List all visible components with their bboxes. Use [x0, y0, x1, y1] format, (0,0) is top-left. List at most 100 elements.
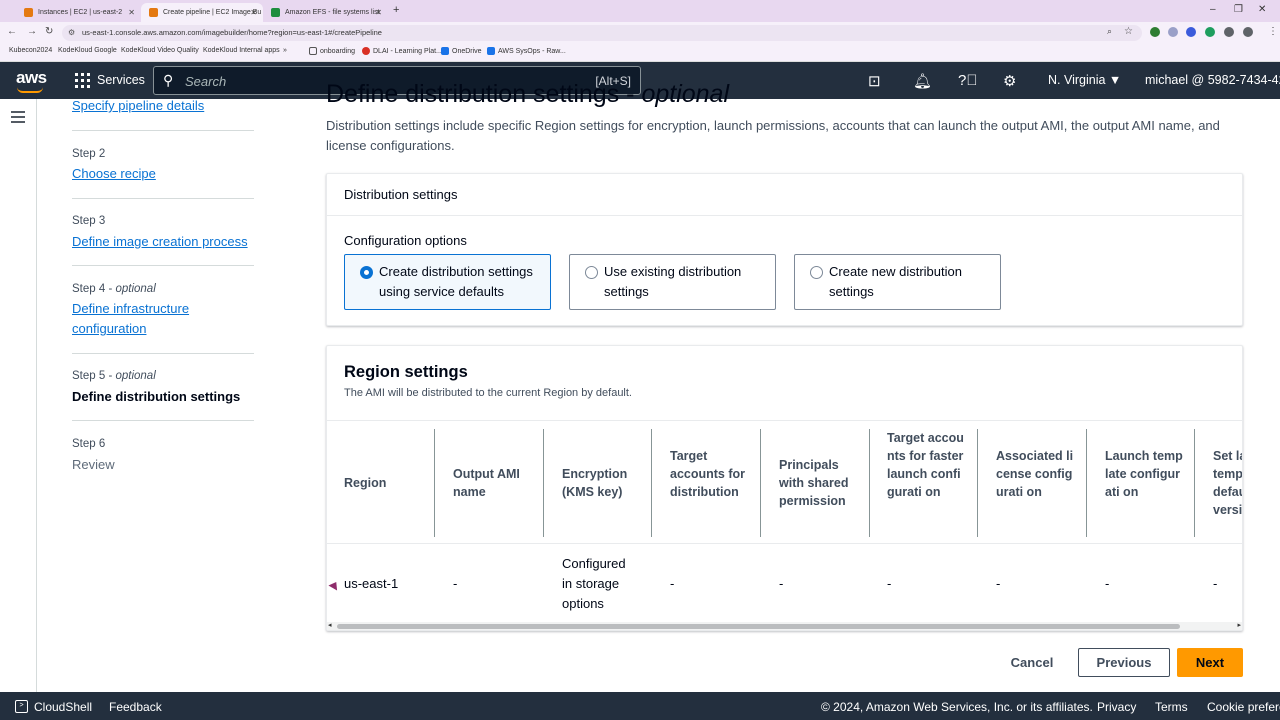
radio-selected-icon[interactable]: [360, 266, 373, 279]
cell-output-ami-name: -: [453, 576, 458, 591]
bookmark-item[interactable]: OneDrive: [441, 47, 482, 55]
step-5-number: Step 5 -: [72, 370, 116, 382]
column-resizer[interactable]: [1086, 429, 1087, 537]
column-header-faster-launch[interactable]: Target accounts for faster launch config…: [887, 429, 965, 501]
close-window-icon[interactable]: ✕: [1258, 4, 1266, 15]
column-header-license[interactable]: Associated license configurati on: [996, 447, 1074, 501]
radio-unselected-icon[interactable]: [810, 266, 823, 279]
column-header-output-ami-name[interactable]: Output AMI name: [453, 465, 535, 501]
services-menu-button[interactable]: Services: [97, 73, 145, 87]
zoom-icon[interactable]: ⌕: [1107, 26, 1112, 37]
hamburger-menu-icon[interactable]: [11, 111, 25, 126]
extension-icon[interactable]: [1150, 27, 1160, 37]
extension-icon[interactable]: [1168, 27, 1178, 37]
column-header-launch-template[interactable]: Launch template configurati on: [1105, 447, 1183, 501]
forward-icon[interactable]: →: [27, 26, 37, 37]
extension-icon[interactable]: [1224, 27, 1234, 37]
terms-link[interactable]: Terms: [1155, 700, 1188, 714]
column-header-region[interactable]: Region: [344, 474, 434, 492]
browser-tab-efs[interactable]: Amazon EFS - file systems list ✕: [263, 3, 388, 22]
url-field[interactable]: ⚙ us-east-1.console.aws.amazon.com/image…: [62, 25, 1142, 41]
notifications-bell-icon[interactable]: 🔔︎: [913, 72, 932, 90]
step-2-link[interactable]: Choose recipe: [72, 164, 156, 184]
minimize-icon[interactable]: –: [1210, 4, 1216, 15]
settings-gear-icon[interactable]: ⚙: [1003, 72, 1016, 90]
bookmark-item[interactable]: KodeKloud Google: [58, 47, 117, 54]
step-1-link[interactable]: Specify pipeline details: [72, 96, 204, 116]
column-header-set-default-version[interactable]: Set la temp defau versi: [1213, 447, 1242, 519]
scroll-left-icon[interactable]: ◂: [328, 621, 332, 629]
tab-title: Amazon EFS - file systems list: [285, 9, 380, 16]
help-icon[interactable]: ?⃝: [958, 72, 978, 89]
browser-menu-icon[interactable]: ⋮: [1268, 26, 1278, 37]
cancel-button[interactable]: Cancel: [1003, 648, 1061, 677]
previous-button[interactable]: Previous: [1078, 648, 1170, 677]
step-divider: [72, 420, 254, 421]
site-info-icon[interactable]: ⚙: [68, 25, 75, 41]
cell-faster-launch: -: [887, 576, 892, 591]
option-create-new[interactable]: Create new distribution settings: [794, 254, 1001, 310]
folder-icon: [309, 47, 317, 55]
column-resizer[interactable]: [543, 429, 544, 537]
column-header-principals[interactable]: Principals with shared permission: [779, 456, 861, 510]
step-4-link[interactable]: Define infrastructure configuration: [72, 299, 222, 339]
extensions-puzzle-icon[interactable]: [1243, 27, 1253, 37]
step-5-current: Define distribution settings: [72, 389, 241, 404]
scrollbar-thumb[interactable]: [337, 624, 1180, 629]
account-menu[interactable]: michael @ 5982-7434-426: [1145, 73, 1280, 87]
column-resizer[interactable]: [869, 429, 870, 537]
bookmark-item[interactable]: onboarding: [309, 47, 355, 55]
step-3-link[interactable]: Define image creation process: [72, 232, 248, 252]
extension-icon[interactable]: [1186, 27, 1196, 37]
browser-tab-instances[interactable]: Instances | EC2 | us-east-2 ✕: [16, 3, 141, 22]
browser-tab-create-pipeline[interactable]: Create pipeline | EC2 Image Bu ✕: [141, 3, 263, 22]
cloudshell-icon[interactable]: ⊡: [868, 72, 881, 90]
extension-icon[interactable]: [1205, 27, 1215, 37]
step-5-label: Step 5 - optional: [72, 368, 156, 384]
next-button[interactable]: Next: [1177, 648, 1243, 677]
maximize-icon[interactable]: ❐: [1234, 4, 1243, 15]
back-icon[interactable]: ←: [7, 26, 17, 37]
scroll-right-icon[interactable]: ▸: [1237, 621, 1241, 629]
option-service-defaults[interactable]: Create distribution settings using servi…: [344, 254, 551, 310]
horizontal-scrollbar[interactable]: ◂ ▸: [327, 622, 1242, 630]
option-use-existing[interactable]: Use existing distribution settings: [569, 254, 776, 310]
privacy-link[interactable]: Privacy: [1097, 700, 1136, 714]
close-tab-icon[interactable]: ✕: [375, 8, 382, 17]
column-resizer[interactable]: [651, 429, 652, 537]
new-tab-icon[interactable]: +: [393, 4, 399, 16]
cloud-icon: [487, 47, 495, 55]
bookmark-item[interactable]: KodeKloud Internal apps: [203, 47, 280, 54]
bookmark-item[interactable]: AWS SysOps - Raw...: [487, 47, 566, 55]
cloudshell-footer-icon[interactable]: >: [15, 700, 28, 713]
bookmark-item[interactable]: KodeKloud Video Quality: [121, 47, 199, 54]
bookmark-item[interactable]: DLAI - Learning Plat...: [362, 47, 442, 55]
feedback-link[interactable]: Feedback: [109, 700, 162, 714]
cloudshell-link[interactable]: CloudShell: [34, 700, 92, 714]
cookie-preferences-link[interactable]: Cookie prefere: [1207, 700, 1280, 714]
bookmarks-overflow-icon[interactable]: »: [283, 47, 287, 54]
column-header-encryption[interactable]: Encryption (KMS key): [562, 465, 642, 501]
bookmark-label: KodeKloud Google: [58, 47, 117, 54]
close-tab-icon[interactable]: ✕: [128, 8, 135, 17]
aws-logo[interactable]: aws: [16, 68, 47, 88]
bookmark-item[interactable]: Kubecon2024: [9, 47, 52, 54]
region-selector[interactable]: N. Virginia ▼: [1048, 73, 1121, 87]
configuration-options-label: Configuration options: [344, 233, 467, 248]
close-tab-icon[interactable]: ✕: [250, 8, 257, 17]
caret-down-icon: ▼: [1108, 73, 1122, 87]
column-resizer[interactable]: [1194, 429, 1195, 537]
browser-address-bar: ← → ↻ ⚙ us-east-1.console.aws.amazon.com…: [0, 22, 1280, 43]
region-settings-description: The AMI will be distributed to the curre…: [344, 387, 632, 399]
column-header-target-accounts[interactable]: Target accounts for distribution: [670, 447, 750, 501]
column-resizer[interactable]: [977, 429, 978, 537]
column-resizer[interactable]: [760, 429, 761, 537]
step-divider: [72, 198, 254, 199]
bookmark-star-icon[interactable]: ☆: [1124, 26, 1133, 37]
radio-unselected-icon[interactable]: [585, 266, 598, 279]
option-label: Create distribution settings using servi…: [379, 264, 533, 299]
reload-icon[interactable]: ↻: [45, 26, 53, 37]
column-resizer[interactable]: [434, 429, 435, 537]
cell-launch-template: -: [1105, 576, 1110, 591]
services-grid-icon[interactable]: [75, 73, 90, 88]
